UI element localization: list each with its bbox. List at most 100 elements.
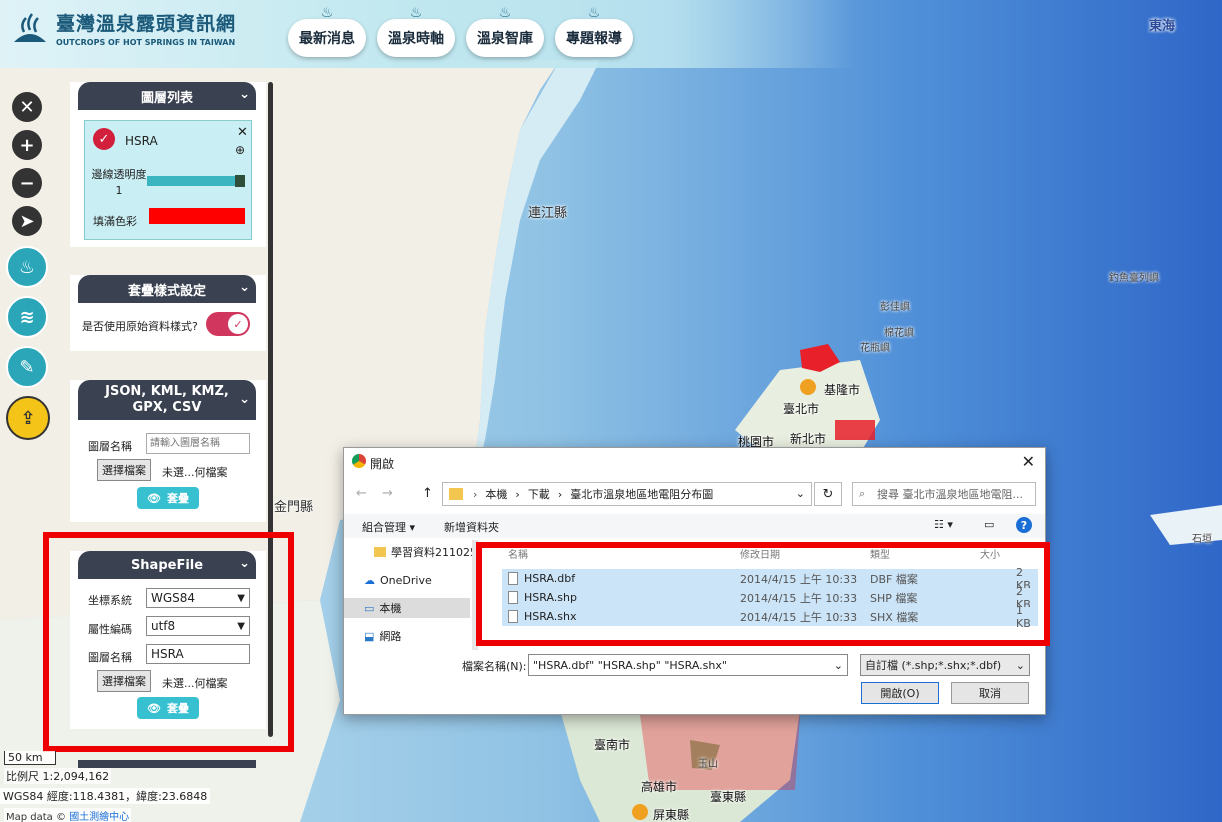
navigation-pane: 學習資料211025 ☁ OneDrive ▭ 本機 ⬓ 網路 xyxy=(344,540,477,650)
upload-button[interactable]: ⇪ xyxy=(6,396,50,440)
nav-item-study[interactable]: 學習資料211025 xyxy=(374,542,477,562)
refresh-icon[interactable]: ↻ xyxy=(814,482,842,506)
nav-knowledge[interactable]: ♨ 溫泉智庫 xyxy=(466,5,544,57)
chevron-down-icon[interactable]: ⌄ xyxy=(239,87,250,102)
folder-icon xyxy=(449,488,463,500)
filename-value: "HSRA.dbf" "HSRA.shp" "HSRA.shx" xyxy=(533,658,727,672)
nav-timeline-label: 溫泉時軸 xyxy=(388,31,444,47)
filetype-select[interactable]: 自訂檔 (*.shp;*.shx;*.dbf) ⌄ xyxy=(860,654,1030,676)
highlight-shapefile-box xyxy=(43,532,294,752)
mouse-coordinates: WGS84 經度:118.4381，緯度:23.6848 xyxy=(0,788,211,804)
nav-features-label: 專題報導 xyxy=(566,31,622,47)
remove-layer-icon[interactable]: ✕ xyxy=(237,125,248,140)
folder-icon xyxy=(374,547,386,557)
cloud-icon: ☁ xyxy=(364,573,375,587)
path-folder[interactable]: 臺北市溫泉地區地電阻分布圖 xyxy=(570,486,713,502)
style-panel: 套疊樣式設定 ⌄ 是否使用原始資料樣式? ✓ xyxy=(70,275,266,351)
map-label-tainan: 臺南市 xyxy=(594,738,631,752)
dialog-search-input[interactable]: ⌕ 搜尋 臺北市溫泉地區地電阻... xyxy=(852,482,1036,506)
map-label-huaping: 花瓶嶼 xyxy=(860,343,890,354)
steam-icon: ♨ xyxy=(320,5,334,21)
opacity-slider-handle[interactable] xyxy=(235,175,245,187)
filetype-value: 自訂檔 (*.shp;*.shx;*.dbf) xyxy=(865,659,1002,672)
cancel-button[interactable]: 取消 xyxy=(951,682,1029,704)
dialog-close-icon[interactable]: ✕ xyxy=(1022,452,1035,471)
scale-value: 50 km xyxy=(4,751,56,765)
search-icon: ⌕ xyxy=(859,487,866,500)
nav-item-onedrive-label: OneDrive xyxy=(380,573,432,587)
locate-button[interactable]: ➤ xyxy=(12,206,42,236)
zoom-to-layer-icon[interactable]: ⊕ xyxy=(235,143,245,157)
close-icon: ✕ xyxy=(19,96,35,118)
json-name-input[interactable] xyxy=(146,433,250,454)
view-options-icon[interactable]: ☷ ▾ xyxy=(934,518,953,531)
nav-timeline[interactable]: ♨ 溫泉時軸 xyxy=(377,5,455,57)
map-label-yushan: 玉山 xyxy=(698,759,718,770)
json-file-status: 未選...何檔案 xyxy=(162,466,228,479)
back-arrow-icon[interactable]: ← xyxy=(356,486,367,501)
json-title: JSON, KML, KMZ, GPX, CSV xyxy=(105,384,229,415)
fill-color-swatch[interactable] xyxy=(149,208,245,224)
map-label-shishan: 石垣 xyxy=(1192,534,1212,545)
computer-icon: ▭ xyxy=(364,601,375,615)
new-folder-button[interactable]: 新增資料夾 xyxy=(444,519,499,535)
use-original-label: 是否使用原始資料樣式? xyxy=(82,320,198,333)
address-bar[interactable]: › 本機 › 下載 › 臺北市溫泉地區地電阻分布圖 ⌄ xyxy=(442,482,812,506)
organize-button[interactable]: 組合管理 ▾ xyxy=(362,519,415,535)
chevron-down-icon[interactable]: ⌄ xyxy=(239,392,250,408)
locate-arrow-icon: ➤ xyxy=(19,210,35,232)
nav-item-this-pc[interactable]: ▭ 本機 xyxy=(344,598,470,618)
draw-button[interactable]: ✎ xyxy=(6,346,48,388)
map-label-taipei: 臺北市 xyxy=(783,402,820,416)
hot-spring-logo-icon xyxy=(14,13,46,42)
help-icon[interactable]: ? xyxy=(1016,517,1032,533)
network-icon: ⬓ xyxy=(364,629,375,643)
nav-item-onedrive[interactable]: ☁ OneDrive xyxy=(364,570,432,590)
nav-item-network[interactable]: ⬓ 網路 xyxy=(364,626,401,646)
chevron-down-icon[interactable]: ⌄ xyxy=(834,659,843,672)
chevron-down-icon[interactable]: ⌄ xyxy=(796,487,805,500)
close-tool-button[interactable]: ✕ xyxy=(12,92,42,122)
use-original-toggle[interactable]: ✓ xyxy=(206,312,250,336)
json-name-label: 圖層名稱 xyxy=(88,440,132,453)
credit-link[interactable]: 國土測繪中心 xyxy=(69,812,129,822)
nav-features[interactable]: ♨ 專題報導 xyxy=(555,5,633,57)
json-file-button[interactable]: 選擇檔案 xyxy=(97,459,151,481)
credit-prefix: Map data © xyxy=(6,812,66,822)
search-hotspring-button[interactable]: ♨ xyxy=(6,246,48,288)
steam-icon: ♨ xyxy=(587,5,601,21)
json-header[interactable]: JSON, KML, KMZ, GPX, CSV ⌄ xyxy=(78,380,256,420)
open-button[interactable]: 開啟(O) xyxy=(861,682,939,704)
site-logo[interactable]: 臺灣溫泉露頭資訊網 OUTCROPS OF HOT SPRINGS IN TAI… xyxy=(10,8,236,48)
map-label-taitung: 臺東縣 xyxy=(710,790,747,804)
zoom-out-button[interactable]: − xyxy=(12,168,42,198)
layer-visible-checkbox[interactable]: ✓ xyxy=(93,128,115,150)
chevron-down-icon[interactable]: ⌄ xyxy=(239,280,250,295)
opacity-label: 邊線透明度 1 xyxy=(91,168,147,197)
map-label-keelung: 基隆市 xyxy=(824,383,861,397)
search-placeholder: 搜尋 臺北市溫泉地區地電阻... xyxy=(877,488,1023,501)
filename-input[interactable]: "HSRA.dbf" "HSRA.shp" "HSRA.shx" ⌄ xyxy=(528,654,848,676)
zoom-in-button[interactable]: + xyxy=(12,130,42,160)
nav-news[interactable]: ♨ 最新消息 xyxy=(288,5,366,57)
eye-icon: 👁 xyxy=(147,491,161,505)
logo-subtitle: OUTCROPS OF HOT SPRINGS IN TAIWAN xyxy=(56,38,236,47)
style-header[interactable]: 套疊樣式設定 ⌄ xyxy=(78,275,256,303)
upload-icon: ⇪ xyxy=(20,407,36,429)
path-downloads[interactable]: 下載 xyxy=(528,486,550,502)
forward-arrow-icon[interactable]: → xyxy=(382,486,393,501)
layer-list-header[interactable]: 圖層列表 ⌄ xyxy=(78,82,256,110)
up-arrow-icon[interactable]: ↑ xyxy=(422,486,433,501)
dialog-title: 開啟 xyxy=(370,457,395,471)
path-this-pc[interactable]: 本機 xyxy=(485,486,507,502)
opacity-slider[interactable] xyxy=(147,175,245,187)
collapsed-panel-header[interactable] xyxy=(78,760,256,768)
layers-button[interactable]: ≋ xyxy=(6,296,48,338)
map-label-kaohsiung: 高雄市 xyxy=(641,780,678,794)
json-view-button[interactable]: 👁 套疊 xyxy=(137,487,199,509)
json-view-label: 套疊 xyxy=(166,492,189,505)
hotspring-search-icon: ♨ xyxy=(18,256,36,278)
preview-pane-icon[interactable]: ▭ xyxy=(984,518,994,531)
map-label-lienchiang: 連江縣 xyxy=(528,206,568,221)
scale-bar: 50 km xyxy=(4,751,56,765)
